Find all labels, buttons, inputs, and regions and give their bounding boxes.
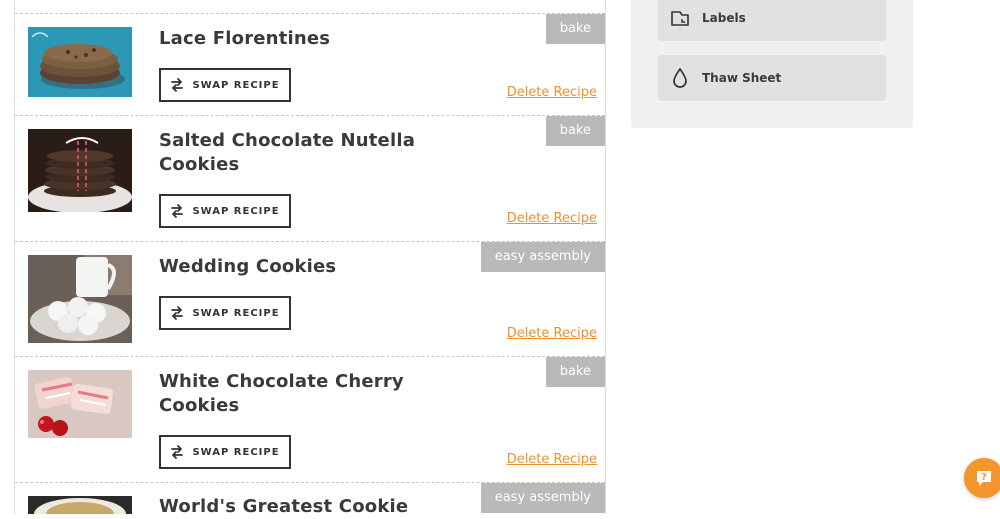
row-divider [15, 115, 605, 116]
swap-icon [171, 78, 184, 92]
help-chat-button[interactable]: ? [964, 458, 1000, 498]
recipe-list: Lace Florentines SWAP RECIPE bake Delete… [14, 0, 606, 517]
help-chat-icon: ? [977, 471, 991, 486]
prep-tag-badge: easy assembly [480, 242, 605, 272]
swap-recipe-label: SWAP RECIPE [192, 446, 280, 458]
swap-recipe-button[interactable]: SWAP RECIPE [159, 296, 291, 330]
delete-recipe-link[interactable]: Delete Recipe [507, 85, 597, 100]
labels-button[interactable]: Labels [658, 0, 886, 41]
delete-recipe-link[interactable]: Delete Recipe [507, 452, 597, 467]
drop-icon [670, 67, 690, 88]
swap-recipe-label: SWAP RECIPE [192, 205, 280, 217]
recipe-title[interactable]: White Chocolate Cherry Cookies [159, 370, 449, 418]
thaw-sheet-button-label: Thaw Sheet [702, 71, 782, 85]
recipe-title[interactable]: Wedding Cookies [159, 255, 449, 279]
swap-recipe-label: SWAP RECIPE [192, 307, 280, 319]
recipe-thumbnail[interactable] [28, 255, 132, 343]
prep-tag-badge: bake [545, 14, 605, 44]
swap-icon [171, 204, 184, 218]
swap-recipe-label: SWAP RECIPE [192, 79, 280, 91]
recipe-thumbnail[interactable] [28, 27, 132, 97]
prep-tag-badge: bake [545, 357, 605, 387]
prep-tag-badge: easy assembly [480, 483, 605, 513]
thaw-sheet-button[interactable]: Thaw Sheet [658, 55, 886, 101]
swap-recipe-button[interactable]: SWAP RECIPE [159, 194, 291, 228]
swap-recipe-button[interactable]: SWAP RECIPE [159, 435, 291, 469]
row-divider [15, 13, 605, 14]
recipe-thumbnail[interactable] [28, 370, 132, 438]
recipe-title[interactable]: World's Greatest Cookie [159, 495, 449, 519]
labels-button-label: Labels [702, 11, 746, 25]
delete-recipe-link[interactable]: Delete Recipe [507, 326, 597, 341]
recipe-title[interactable]: Salted Chocolate Nutella Cookies [159, 129, 449, 177]
sidebar-actions-panel: Labels Thaw Sheet [631, 0, 913, 128]
swap-icon [171, 306, 184, 320]
recipe-thumbnail[interactable] [28, 129, 132, 212]
delete-recipe-link[interactable]: Delete Recipe [507, 211, 597, 226]
swap-icon [171, 445, 184, 459]
svg-text:?: ? [981, 472, 987, 483]
swap-recipe-button[interactable]: SWAP RECIPE [159, 68, 291, 102]
recipe-title[interactable]: Lace Florentines [159, 27, 449, 51]
label-icon [670, 8, 690, 28]
recipe-thumbnail[interactable] [28, 496, 132, 514]
prep-tag-badge: bake [545, 116, 605, 146]
row-divider [15, 356, 605, 357]
